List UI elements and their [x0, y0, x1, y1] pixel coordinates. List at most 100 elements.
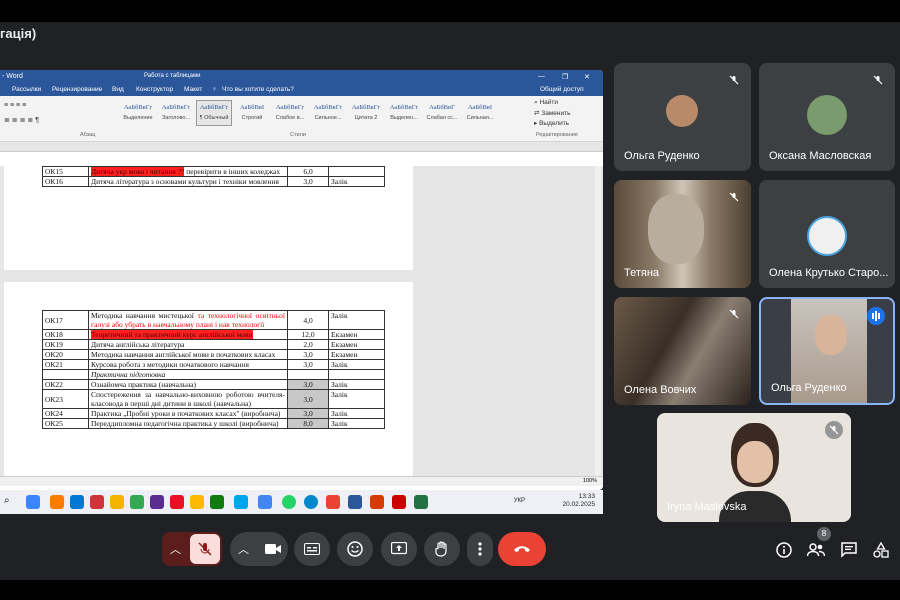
raise-hand-button[interactable] — [424, 532, 460, 566]
vertical-scrollbar[interactable] — [595, 166, 601, 476]
mic-off-button[interactable] — [190, 534, 220, 564]
cell-title[interactable]: Курсова робота з методики початкового на… — [88, 359, 288, 370]
clock[interactable]: 13:33 20.02.2025 — [562, 493, 595, 509]
cell-credits[interactable] — [287, 369, 329, 380]
chrome-icon[interactable] — [258, 495, 272, 509]
select-button[interactable]: ▸ Выделить — [534, 119, 569, 127]
cell-form[interactable]: Екзамен — [328, 329, 385, 340]
cell-code[interactable]: ОК20 — [42, 349, 89, 360]
style-item[interactable]: АаБбВвГг Заголово... — [158, 100, 194, 126]
cell-code[interactable] — [42, 369, 89, 380]
people-button[interactable] — [806, 540, 826, 560]
replace-button[interactable]: ⇄ Заменить — [534, 109, 570, 117]
tab-design[interactable]: Конструктор — [136, 86, 173, 93]
app-icon-9[interactable] — [234, 495, 248, 509]
activities-button[interactable] — [871, 540, 891, 560]
share-button[interactable]: Общий доступ — [540, 86, 584, 93]
cell-title[interactable]: Дитяча англійська література — [88, 339, 288, 350]
style-item[interactable]: АаБбВвГг Цитата 2 — [348, 100, 384, 126]
style-item[interactable]: АаБбВвІ Сильная... — [462, 100, 498, 126]
cell-code[interactable]: ОК25 — [42, 418, 89, 429]
cell-code[interactable]: ОК18 — [42, 329, 89, 340]
more-options-button[interactable] — [467, 532, 493, 566]
cell-title[interactable]: Спостереження за навчально-виховною робо… — [88, 389, 288, 409]
chevron-up-icon[interactable]: ︿ — [238, 541, 249, 557]
cell-code[interactable]: ОК19 — [42, 339, 89, 350]
app-icon-4[interactable] — [130, 495, 144, 509]
cell-credits[interactable]: 6,0 — [287, 166, 329, 177]
cell-credits[interactable]: 3,0 — [287, 379, 329, 390]
cell-code[interactable]: ОК23 — [42, 389, 89, 409]
app-icon-2[interactable] — [70, 495, 84, 509]
tab-mailings[interactable]: Рассылки — [12, 86, 41, 93]
cell-credits[interactable]: 8,0 — [287, 418, 329, 429]
cell-credits[interactable]: 3,0 — [287, 389, 329, 409]
cell-code[interactable]: ОК22 — [42, 379, 89, 390]
cell-title[interactable]: Дитяча укр мова і читання ?? перевірити … — [88, 166, 288, 177]
tile-olga-rudenko-2[interactable]: Ольга Руденко — [759, 297, 895, 405]
style-item[interactable]: АаБбВвГ Слабая сс... — [424, 100, 460, 126]
cell-form[interactable]: Залік — [328, 389, 385, 409]
style-item[interactable]: АаБбВвГг ¶ Обычный — [196, 100, 232, 126]
cell-credits[interactable]: 3,0 — [287, 176, 329, 187]
tile-tetiana[interactable]: Тетяна — [614, 180, 751, 288]
cell-code[interactable]: ОК17 — [42, 310, 89, 330]
app-icon-8[interactable] — [210, 495, 224, 509]
app-icon-3[interactable] — [90, 495, 104, 509]
cell-form[interactable]: Залік — [328, 359, 385, 370]
telegram-icon[interactable] — [304, 495, 318, 509]
cell-code[interactable]: ОК15 — [42, 166, 89, 177]
style-item[interactable]: АаБбВвГг Выделен... — [386, 100, 422, 126]
cell-form[interactable] — [328, 166, 385, 177]
app-icon-1[interactable] — [50, 495, 64, 509]
tile-iryna-maslovska[interactable]: Iryna Maslovska — [657, 413, 851, 522]
cell-code[interactable]: ОК24 — [42, 408, 89, 419]
cell-title[interactable]: Практична підготовка — [88, 369, 288, 380]
explorer-icon[interactable] — [26, 495, 40, 509]
end-call-button[interactable] — [498, 532, 546, 566]
emoji-button[interactable] — [337, 532, 373, 566]
cell-title[interactable]: Ознайомча практика (навчальна) — [88, 379, 288, 390]
cell-form[interactable]: Залік — [328, 379, 385, 390]
tile-olena-vovchykh[interactable]: Олена Вовчих — [614, 297, 751, 405]
app-icon-6[interactable] — [170, 495, 184, 509]
language-indicator[interactable]: УКР — [514, 498, 525, 504]
app-icon-7[interactable] — [190, 495, 204, 509]
tab-view[interactable]: Вид — [112, 86, 124, 93]
app-icon-5[interactable] — [150, 495, 164, 509]
pdf-icon[interactable] — [392, 495, 406, 509]
cell-title[interactable]: Теоретичний та практичний курс англійськ… — [88, 329, 288, 340]
cell-form[interactable]: Залік — [328, 408, 385, 419]
word-icon[interactable] — [348, 495, 362, 509]
cell-form[interactable]: Залік — [328, 310, 385, 330]
cell-credits[interactable]: 2,0 — [287, 339, 329, 350]
tile-olga-rudenko-1[interactable]: Ольга Руденко — [614, 63, 751, 171]
cell-credits[interactable]: 4,0 — [287, 310, 329, 330]
minimize-icon[interactable]: — — [538, 73, 545, 80]
tell-me-input[interactable]: Что вы хотите сделать? — [222, 86, 294, 93]
cell-form[interactable]: Залік — [328, 176, 385, 187]
style-item[interactable]: АаБбВвГг Слабое в... — [272, 100, 308, 126]
restore-icon[interactable]: ❐ — [562, 73, 568, 81]
tab-review[interactable]: Рецензирование — [52, 86, 102, 93]
cell-form[interactable]: Екзамен — [328, 349, 385, 360]
cell-title[interactable]: Методика навчання англійської мови в поч… — [88, 349, 288, 360]
folder-icon[interactable] — [110, 495, 124, 509]
info-button[interactable] — [774, 540, 794, 560]
close-icon[interactable]: ✕ — [584, 73, 590, 81]
cell-code[interactable]: ОК21 — [42, 359, 89, 370]
chevron-up-icon[interactable]: ︿ — [170, 541, 181, 557]
style-item[interactable]: АаБбВвГг Сильное... — [310, 100, 346, 126]
excel-icon[interactable] — [414, 495, 428, 509]
whatsapp-icon[interactable] — [282, 495, 296, 509]
cell-form[interactable] — [328, 369, 385, 380]
style-item[interactable]: АаБбВвІ Строгий — [234, 100, 270, 126]
cell-title[interactable]: Практика „Пробні уроки в початкових клас… — [88, 408, 288, 419]
cell-code[interactable]: ОК16 — [42, 176, 89, 187]
search-icon[interactable]: ⌕ — [4, 495, 10, 506]
app-icon-10[interactable] — [326, 495, 340, 509]
document-area[interactable]: ОК15 Дитяча укр мова і читання ?? перевір… — [0, 166, 603, 482]
tile-olena-krutko[interactable]: Олена Крутько Старо... — [759, 180, 895, 288]
cell-form[interactable]: Залік — [328, 418, 385, 429]
style-item[interactable]: АаБбВвГг Выделение — [120, 100, 156, 126]
